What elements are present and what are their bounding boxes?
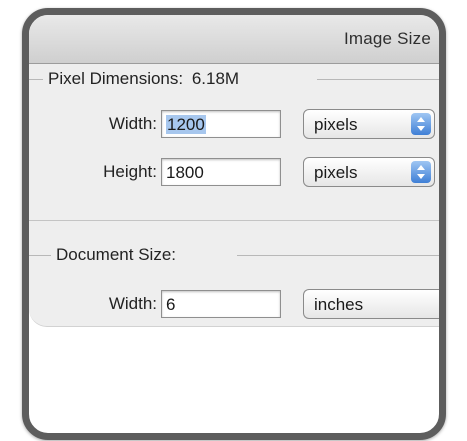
pixel-height-unit-select[interactable]: pixels [303, 157, 435, 187]
up-down-chevron-icon [411, 161, 431, 183]
pixel-dimensions-title: Pixel Dimensions: [48, 69, 184, 88]
up-down-chevron-icon [411, 113, 431, 135]
dialog-panel: Pixel Dimensions: 6.18M Width: 1200 pixe… [29, 64, 439, 327]
doc-section-rule-left [29, 255, 51, 256]
section-divider [29, 220, 439, 221]
doc-width-unit-select[interactable]: inches [303, 289, 446, 319]
document-size-header: Document Size: [51, 245, 181, 265]
up-down-chevron-icon [445, 293, 446, 315]
doc-width-input[interactable]: 6 [161, 290, 281, 318]
pixel-height-label: Height: [103, 162, 157, 181]
pixel-height-input[interactable]: 1800 [161, 158, 281, 186]
pixel-width-value: 1200 [166, 115, 206, 134]
pixel-width-input[interactable]: 1200 [161, 110, 281, 138]
pixel-width-label: Width: [108, 114, 157, 133]
pixel-dimensions-size: 6.18M [191, 69, 240, 88]
dialog-title: Image Size [343, 29, 431, 48]
doc-width-unit: inches [314, 295, 364, 314]
pixel-dimensions-header: Pixel Dimensions: 6.18M [43, 69, 245, 89]
image-size-dialog: Image Size Pixel Dimensions: 6.18M Width… [22, 8, 446, 440]
doc-width-value: 6 [166, 295, 176, 314]
pixel-width-unit: pixels [314, 115, 358, 134]
title-bar: Image Size [29, 15, 439, 64]
pixel-width-unit-select[interactable]: pixels [303, 109, 435, 139]
doc-width-label: Width: [108, 294, 157, 313]
doc-section-rule-right [237, 255, 439, 256]
section-rule-right [317, 79, 439, 80]
section-rule-left [29, 79, 43, 80]
pixel-height-unit: pixels [314, 163, 358, 182]
pixel-height-value: 1800 [166, 163, 204, 182]
document-size-title: Document Size: [56, 245, 176, 264]
